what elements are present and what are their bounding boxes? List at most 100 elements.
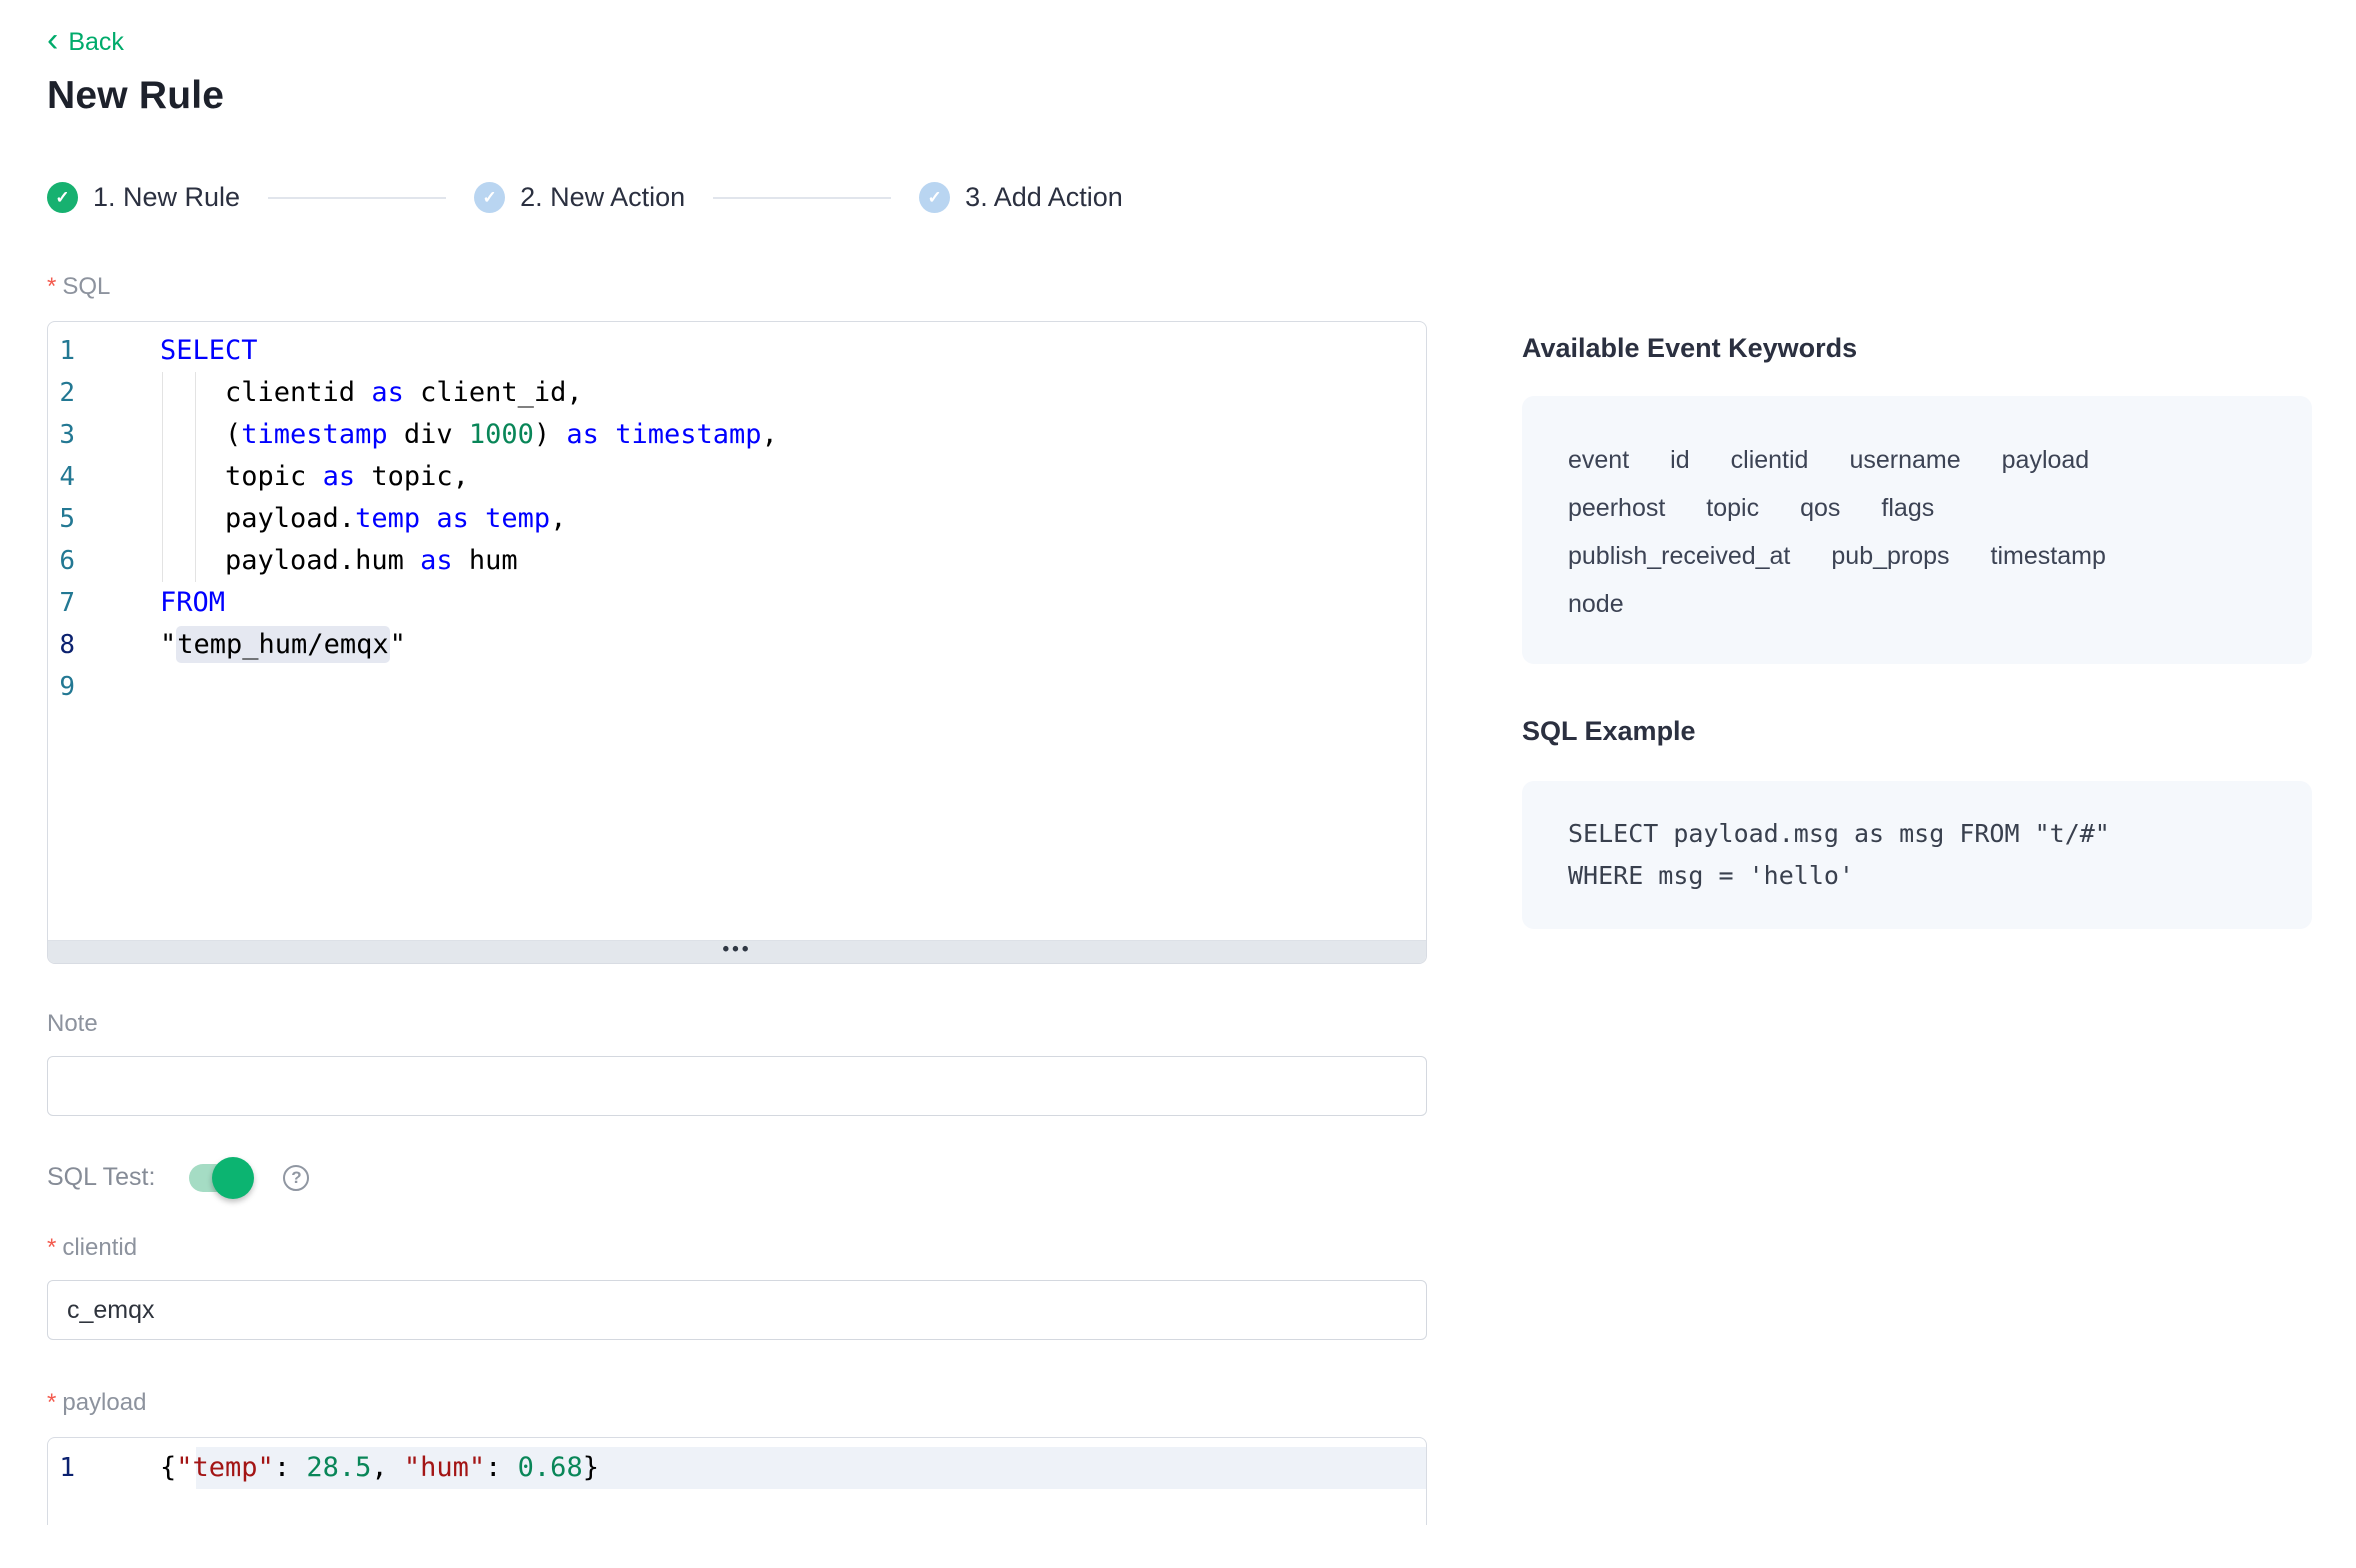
event-keyword: pub_props xyxy=(1831,532,1949,580)
check-icon: ✓ xyxy=(474,182,505,213)
code-text: clientid as client_id, xyxy=(160,372,583,414)
step-new-action[interactable]: ✓ 2. New Action xyxy=(474,182,685,213)
line-number: 1 xyxy=(48,1447,75,1489)
event-keyword: username xyxy=(1849,436,1960,484)
code-text: payload.temp as temp, xyxy=(160,498,566,540)
code-text: {"temp": 28.5, "hum": 0.68} xyxy=(160,1447,599,1489)
back-label: Back xyxy=(68,28,124,57)
event-keyword: publish_received_at xyxy=(1568,532,1790,580)
note-input[interactable] xyxy=(47,1056,1427,1116)
code-token: SELECT xyxy=(160,335,258,366)
sql-label-text: SQL xyxy=(62,273,110,301)
code-token: "temp" xyxy=(176,1452,274,1483)
sql-test-label: SQL Test: xyxy=(47,1163,155,1192)
clientid-input[interactable] xyxy=(47,1280,1427,1340)
code-token: , xyxy=(762,419,778,450)
code-token: topic xyxy=(160,461,323,492)
indent-guide xyxy=(162,456,163,498)
payload-label-text: payload xyxy=(62,1389,146,1417)
indent-guide xyxy=(195,498,196,540)
main-column: ‹ Back New Rule ✓ 1. New Rule ✓ 2. New A… xyxy=(47,0,1427,1525)
keywords-row: eventidclientidusernamepayload xyxy=(1568,436,2266,484)
event-keyword: flags xyxy=(1881,484,1934,532)
code-token: timestamp xyxy=(615,419,761,450)
code-token: timestamp xyxy=(241,419,387,450)
code-line[interactable]: 1SELECT xyxy=(48,330,1426,372)
code-line[interactable]: 3 (timestamp div 1000) as timestamp, xyxy=(48,414,1426,456)
indent-guide xyxy=(195,372,196,414)
keywords-row: peerhosttopicqosflags xyxy=(1568,484,2266,532)
code-token: ( xyxy=(160,419,241,450)
note-field-label: Note xyxy=(47,1010,1427,1038)
clientid-label-text: clientid xyxy=(62,1234,137,1262)
required-asterisk: * xyxy=(47,1389,56,1417)
code-token: : xyxy=(485,1452,518,1483)
indent-guide xyxy=(162,372,163,414)
line-number: 9 xyxy=(48,666,75,708)
payload-editor-lines[interactable]: 1 {"temp": 28.5, "hum": 0.68} xyxy=(48,1438,1426,1489)
event-keyword: node xyxy=(1568,580,1624,628)
code-token: hum xyxy=(453,545,518,576)
code-line[interactable]: 1 {"temp": 28.5, "hum": 0.68} xyxy=(48,1447,1426,1489)
code-line[interactable]: 7 FROM xyxy=(48,582,1426,624)
line-number: 7 xyxy=(48,582,75,624)
sql-example-title: SQL Example xyxy=(1522,716,2312,747)
keywords-box: eventidclientidusernamepayloadpeerhostto… xyxy=(1522,396,2312,664)
keywords-row: node xyxy=(1568,580,2266,628)
code-token xyxy=(469,503,485,534)
editor-resize-handle[interactable]: ••• xyxy=(48,940,1426,963)
code-token: 28.5 xyxy=(306,1452,371,1483)
code-line[interactable]: 8"temp_hum/emqx" xyxy=(48,624,1426,666)
code-token: as xyxy=(420,545,453,576)
code-token: as xyxy=(371,377,404,408)
sql-example-box: SELECT payload.msg as msg FROM "t/#" WHE… xyxy=(1522,781,2312,929)
code-line[interactable]: 5 payload.temp as temp, xyxy=(48,498,1426,540)
back-chevron-icon: ‹ xyxy=(47,28,58,53)
code-token xyxy=(420,503,436,534)
sql-test-row: SQL Test: ? xyxy=(47,1163,1427,1192)
code-token: payload.hum xyxy=(160,545,420,576)
sql-test-toggle[interactable] xyxy=(189,1164,251,1192)
code-text: FROM xyxy=(160,582,225,624)
code-token: : xyxy=(274,1452,307,1483)
sql-editor-lines[interactable]: 1SELECT2 clientid as client_id,3 (timest… xyxy=(48,322,1426,940)
payload-field-label: * payload xyxy=(47,1389,1427,1417)
code-token: FROM xyxy=(160,587,225,618)
back-link[interactable]: ‹ Back xyxy=(47,28,124,57)
event-keyword: event xyxy=(1568,436,1629,484)
event-keyword: peerhost xyxy=(1568,484,1665,532)
step-label: 1. New Rule xyxy=(93,182,240,213)
indent-guide xyxy=(195,414,196,456)
steps-bar: ✓ 1. New Rule ✓ 2. New Action ✓ 3. Add A… xyxy=(47,182,1427,213)
code-token: temp xyxy=(355,503,420,534)
event-keyword: topic xyxy=(1706,484,1759,532)
indent-guide xyxy=(162,414,163,456)
event-keyword: id xyxy=(1670,436,1689,484)
step-add-action[interactable]: ✓ 3. Add Action xyxy=(919,182,1123,213)
code-token: temp_hum/emqx xyxy=(176,626,389,663)
code-token: "hum" xyxy=(404,1452,485,1483)
code-line[interactable]: 6 payload.hum as hum xyxy=(48,540,1426,582)
required-asterisk: * xyxy=(47,1234,56,1262)
step-new-rule[interactable]: ✓ 1. New Rule xyxy=(47,182,240,213)
code-line[interactable]: 2 clientid as client_id, xyxy=(48,372,1426,414)
side-column: Available Event Keywords eventidclientid… xyxy=(1522,333,2312,929)
sql-code-editor[interactable]: 1SELECT2 clientid as client_id,3 (timest… xyxy=(47,321,1427,964)
code-token: 1000 xyxy=(469,419,534,450)
event-keyword: clientid xyxy=(1731,436,1809,484)
line-number: 5 xyxy=(48,498,75,540)
code-token: as xyxy=(323,461,356,492)
step-label: 2. New Action xyxy=(520,182,685,213)
code-token: client_id, xyxy=(404,377,583,408)
step-label: 3. Add Action xyxy=(965,182,1123,213)
code-token xyxy=(599,419,615,450)
code-token: topic, xyxy=(355,461,469,492)
help-icon[interactable]: ? xyxy=(283,1165,309,1191)
code-token: , xyxy=(371,1452,404,1483)
required-asterisk: * xyxy=(47,273,56,301)
code-token: { xyxy=(160,1452,176,1483)
code-line[interactable]: 4 topic as topic, xyxy=(48,456,1426,498)
keywords-row: publish_received_atpub_propstimestamp xyxy=(1568,532,2266,580)
code-line[interactable]: 9 xyxy=(48,666,1426,708)
payload-code-editor[interactable]: 1 {"temp": 28.5, "hum": 0.68} xyxy=(47,1437,1427,1525)
